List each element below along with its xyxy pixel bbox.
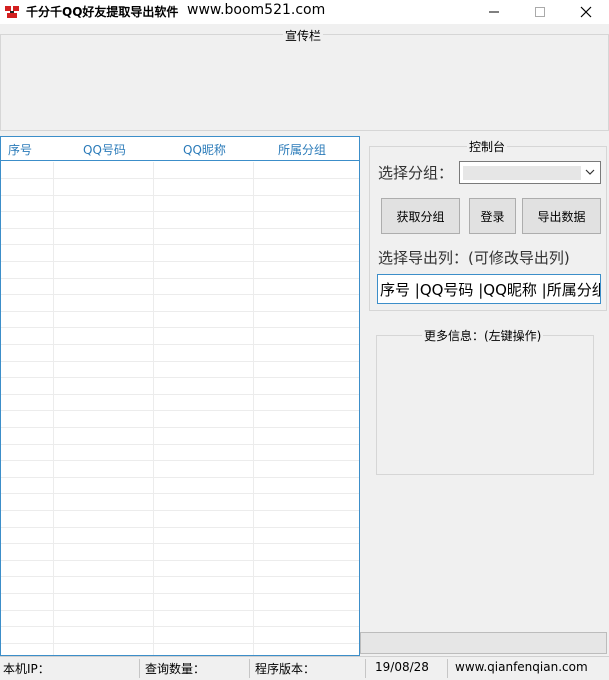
login-button[interactable]: 登录: [469, 198, 516, 234]
list-header: 序号 QQ号码 QQ昵称 所属分组: [1, 137, 359, 161]
row-gridline: [1, 527, 359, 528]
group-select-label: 选择分组：: [378, 164, 454, 182]
row-gridline: [1, 211, 359, 212]
group-select[interactable]: [459, 161, 601, 184]
minimize-button[interactable]: [471, 0, 517, 24]
row-gridline: [1, 344, 359, 345]
row-gridline: [1, 178, 359, 179]
row-gridline: [1, 228, 359, 229]
row-gridline: [1, 427, 359, 428]
row-gridline: [1, 493, 359, 494]
app-logo-icon: [4, 4, 20, 20]
progress-bar: [360, 632, 607, 654]
close-icon: [580, 6, 592, 18]
promo-label: 宣传栏: [283, 27, 324, 44]
row-gridline: [1, 626, 359, 627]
export-data-button[interactable]: 导出数据: [522, 198, 601, 234]
status-query-count-label: 查询数量：: [145, 662, 206, 676]
row-gridline: [1, 444, 359, 445]
close-button[interactable]: [563, 0, 609, 24]
status-bar: 本机IP： 查询数量： 程序版本： 19/08/28 www.qianfenqi…: [0, 656, 609, 680]
status-divider: [139, 659, 140, 678]
column-header-qq-number[interactable]: QQ号码: [83, 141, 126, 158]
row-gridline: [1, 311, 359, 312]
status-version-label: 程序版本：: [255, 662, 316, 676]
column-divider: [253, 162, 254, 655]
control-panel-label: 控制台: [467, 138, 508, 155]
minimize-icon: [489, 11, 499, 13]
row-gridline: [1, 543, 359, 544]
row-gridline: [1, 643, 359, 644]
row-gridline: [1, 244, 359, 245]
fetch-groups-button[interactable]: 获取分组: [381, 198, 460, 234]
row-gridline: [1, 593, 359, 594]
row-gridline: [1, 195, 359, 196]
row-gridline: [1, 576, 359, 577]
export-columns-input[interactable]: 序号 |QQ号码 |QQ昵称 |所属分组: [377, 274, 601, 304]
status-date: 19/08/28: [375, 660, 429, 674]
column-header-index[interactable]: 序号: [8, 141, 32, 158]
friend-list[interactable]: 序号 QQ号码 QQ昵称 所属分组: [0, 136, 360, 656]
window-title: 千分千QQ好友提取导出软件: [26, 5, 179, 19]
window-url: www.boom521.com: [187, 2, 326, 18]
status-ip-label: 本机IP：: [3, 662, 50, 676]
row-gridline: [1, 560, 359, 561]
more-info-groupbox: [376, 335, 594, 475]
row-gridline: [1, 477, 359, 478]
row-gridline: [1, 394, 359, 395]
status-divider: [447, 659, 448, 678]
row-gridline: [1, 610, 359, 611]
row-gridline: [1, 278, 359, 279]
column-divider: [153, 162, 154, 655]
status-divider: [249, 659, 250, 678]
maximize-icon: [535, 7, 545, 17]
status-divider: [365, 659, 366, 678]
row-gridline: [1, 460, 359, 461]
maximize-button[interactable]: [517, 0, 563, 24]
row-gridline: [1, 261, 359, 262]
column-divider: [53, 162, 54, 655]
column-header-group[interactable]: 所属分组: [278, 141, 326, 158]
column-header-qq-nickname[interactable]: QQ昵称: [183, 141, 226, 158]
more-info-label: 更多信息：(左键操作): [422, 327, 544, 344]
export-columns-label: 选择导出列：(可修改导出列): [378, 249, 570, 267]
status-website: www.qianfenqian.com: [455, 660, 588, 674]
chevron-down-icon[interactable]: [584, 165, 596, 182]
row-gridline: [1, 510, 359, 511]
row-gridline: [1, 410, 359, 411]
title-bar: 千分千QQ好友提取导出软件 www.boom521.com: [0, 0, 609, 24]
row-gridline: [1, 294, 359, 295]
row-gridline: [1, 327, 359, 328]
row-gridline: [1, 377, 359, 378]
group-select-value: [463, 166, 581, 180]
row-gridline: [1, 361, 359, 362]
promo-groupbox: [0, 34, 609, 131]
